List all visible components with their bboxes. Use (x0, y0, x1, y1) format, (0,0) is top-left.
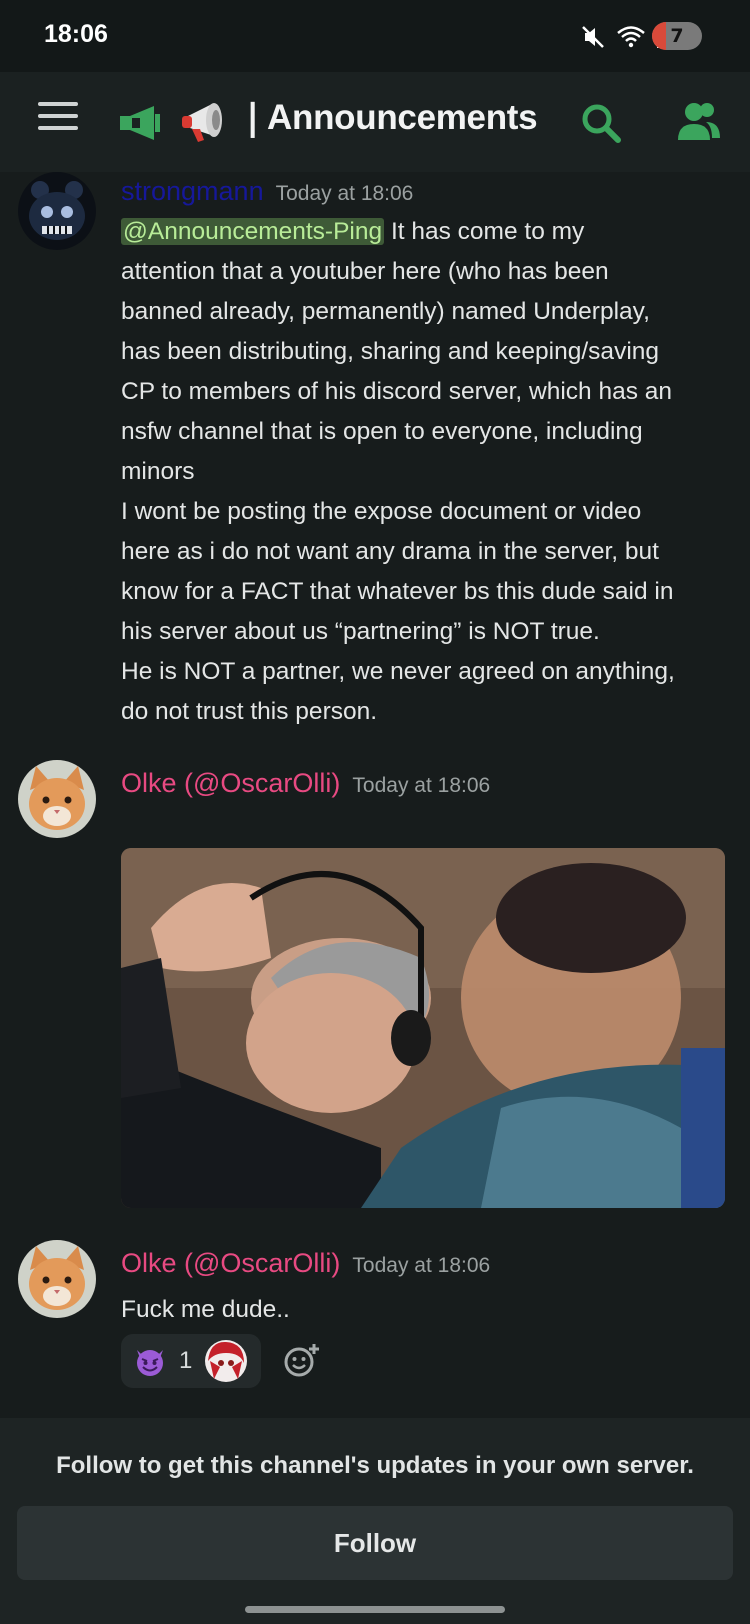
message-content: @Announcements-Ping It has come to my at… (121, 218, 675, 725)
search-icon[interactable] (580, 102, 622, 144)
battery-indicator: 7 (652, 22, 702, 50)
follow-button[interactable]: Follow (17, 1506, 733, 1580)
avatar[interactable] (18, 172, 96, 250)
message-author[interactable]: strongmann (121, 176, 264, 206)
members-icon[interactable] (676, 100, 722, 142)
reactor-avatar (205, 1340, 248, 1382)
menu-icon[interactable] (38, 102, 78, 142)
smiling-imp-emoji-icon (137, 1350, 163, 1376)
follow-footer: Follow to get this channel's updates in … (0, 1418, 750, 1624)
home-indicator[interactable] (245, 1606, 505, 1613)
message-content: Fuck me dude.. (121, 1296, 290, 1323)
add-reaction-icon[interactable] (283, 1342, 321, 1378)
follow-prompt: Follow to get this channel's updates in … (56, 1452, 694, 1479)
message-author[interactable]: Olke (@OscarOlli) (121, 1248, 340, 1278)
message-timestamp: Today at 18:06 (275, 182, 414, 205)
role-mention[interactable]: @Announcements-Ping (121, 218, 385, 245)
channel-title: ❘Announcements (238, 98, 538, 137)
announcement-channel-icon (120, 106, 160, 140)
status-time: 18:06 (44, 20, 108, 48)
image-attachment[interactable] (121, 848, 725, 1208)
avatar[interactable] (18, 1240, 96, 1318)
status-bar: 18:06 7 (0, 0, 750, 72)
reaction-count: 1 (179, 1347, 193, 1374)
megaphone-emoji-icon (182, 103, 222, 142)
message-timestamp: Today at 18:06 (352, 1254, 491, 1277)
mute-icon (582, 26, 604, 48)
message-author[interactable]: Olke (@OscarOlli) (121, 768, 340, 798)
wifi-icon (617, 26, 645, 48)
message-timestamp: Today at 18:06 (352, 774, 491, 797)
channel-header: ❘Announcements (0, 72, 750, 172)
avatar[interactable] (18, 760, 96, 838)
reaction-pill[interactable]: 1 (121, 1334, 261, 1388)
